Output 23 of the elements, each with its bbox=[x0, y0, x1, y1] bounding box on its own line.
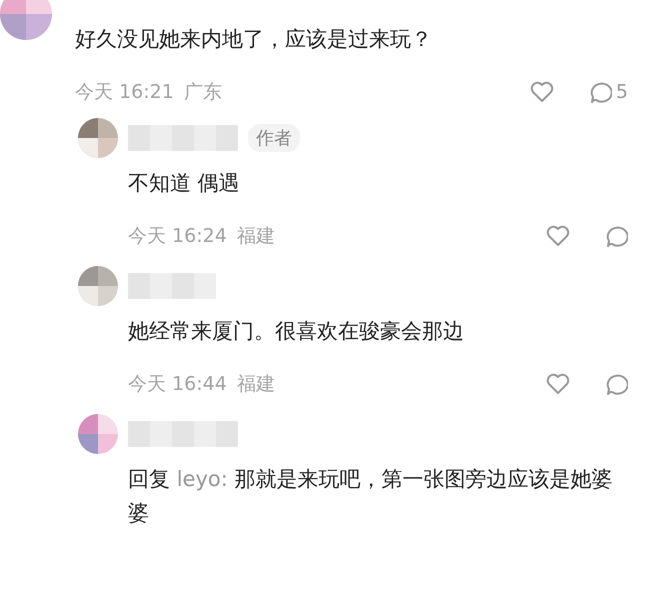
comment-location: 福建 bbox=[236, 224, 275, 249]
user-link[interactable]: leyo: bbox=[176, 467, 228, 491]
heart-icon[interactable] bbox=[546, 373, 570, 395]
author-badge: 作者 bbox=[248, 124, 300, 152]
avatar[interactable] bbox=[0, 0, 52, 40]
reply-count: 5 bbox=[616, 81, 628, 103]
comment-icon[interactable] bbox=[588, 80, 612, 104]
comment-text: 回复 leyo: 那就是来玩吧，第一张图旁边应该是她婆婆 bbox=[128, 466, 614, 527]
comment-text: 好久没见她来内地了，应该是过来玩？ bbox=[75, 26, 433, 53]
comment-time: 今天 16:24 bbox=[128, 224, 227, 249]
avatar[interactable] bbox=[78, 414, 118, 454]
comment-text: 她经常来厦门。很喜欢在骏豪会那边 bbox=[128, 318, 465, 345]
avatar[interactable] bbox=[78, 266, 118, 306]
avatar[interactable] bbox=[78, 118, 118, 158]
comment-time: 今天 16:44 bbox=[128, 372, 227, 397]
comment-time: 今天 16:21 bbox=[75, 80, 174, 105]
heart-icon[interactable] bbox=[546, 225, 570, 247]
comment-icon[interactable] bbox=[604, 372, 628, 396]
comment-icon[interactable] bbox=[604, 224, 628, 248]
comment-location: 广东 bbox=[184, 80, 222, 105]
heart-icon[interactable] bbox=[530, 81, 554, 103]
comment-text: 不知道 偶遇 bbox=[128, 170, 241, 197]
comment-location: 福建 bbox=[236, 372, 275, 397]
